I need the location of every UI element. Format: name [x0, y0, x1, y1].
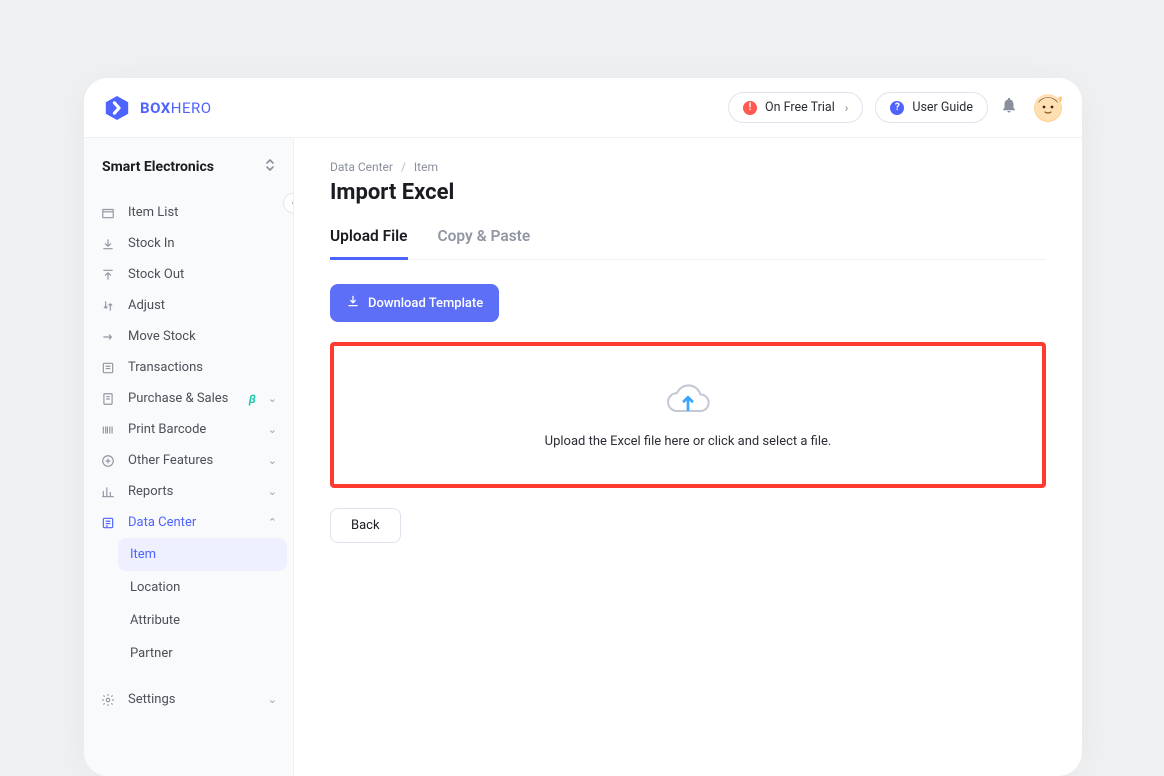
arrow-right-icon: [100, 330, 116, 344]
trial-label: On Free Trial: [765, 100, 835, 115]
sidebar-settings[interactable]: Settings ⌄: [90, 684, 287, 715]
beta-badge: β: [249, 392, 256, 406]
chevron-down-icon: ⌄: [268, 485, 277, 498]
download-template-label: Download Template: [368, 296, 483, 311]
breadcrumb-current: Item: [414, 160, 438, 174]
main-content: Data Center / Item Import Excel Upload F…: [294, 138, 1082, 776]
sub-item-item[interactable]: Item: [118, 538, 287, 571]
sub-item-attribute[interactable]: Attribute: [118, 604, 287, 637]
guide-label: User Guide: [912, 100, 973, 115]
back-button[interactable]: Back: [330, 508, 401, 543]
sidebar-transactions[interactable]: Transactions: [90, 352, 287, 383]
sidebar-move-stock[interactable]: Move Stock: [90, 321, 287, 352]
dropzone-text: Upload the Excel file here or click and …: [545, 434, 832, 449]
sidebar-adjust[interactable]: Adjust: [90, 290, 287, 321]
chevron-down-icon: ⌄: [268, 693, 277, 706]
tab-copy-paste[interactable]: Copy & Paste: [438, 219, 531, 260]
chevron-down-icon: ⌄: [268, 454, 277, 467]
box-icon: [100, 206, 116, 220]
tab-upload-file[interactable]: Upload File: [330, 219, 408, 260]
tabs: Upload File Copy & Paste: [330, 219, 1046, 260]
breadcrumb: Data Center / Item: [330, 160, 1046, 174]
plus-circle-icon: [100, 454, 116, 468]
sidebar-stock-in[interactable]: Stock In: [90, 228, 287, 259]
chevron-down-icon: ⌄: [268, 423, 277, 436]
sidebar-other-features[interactable]: Other Features ⌄: [90, 445, 287, 476]
arrow-up-icon: [100, 268, 116, 282]
download-icon: [346, 294, 360, 312]
chart-icon: [100, 485, 116, 499]
download-template-button[interactable]: Download Template: [330, 284, 499, 322]
receipt-icon: [100, 392, 116, 406]
avatar[interactable]: [1034, 94, 1062, 122]
sidebar-data-center[interactable]: Data Center ⌃: [90, 507, 287, 538]
page-title: Import Excel: [330, 180, 1046, 205]
logo[interactable]: BOXHERO: [104, 95, 212, 121]
team-name: Smart Electronics: [102, 159, 214, 175]
logo-text: BOXHERO: [140, 99, 212, 117]
user-guide-pill[interactable]: ? User Guide: [875, 92, 988, 123]
chevron-up-icon: ⌃: [268, 516, 277, 529]
sub-item-location[interactable]: Location: [118, 571, 287, 604]
sub-item-partner[interactable]: Partner: [118, 637, 287, 670]
sidebar-print-barcode[interactable]: Print Barcode ⌄: [90, 414, 287, 445]
data-center-submenu: Item Location Attribute Partner: [90, 538, 287, 670]
sidebar-reports[interactable]: Reports ⌄: [90, 476, 287, 507]
alert-icon: !: [743, 101, 757, 115]
adjust-icon: [100, 299, 116, 313]
barcode-icon: [100, 423, 116, 437]
trial-pill[interactable]: ! On Free Trial ›: [728, 92, 863, 123]
sidebar-item-list[interactable]: Item List: [90, 197, 287, 228]
header: BOXHERO ! On Free Trial › ? User Guide: [84, 78, 1082, 138]
gear-icon: [100, 693, 116, 707]
sidebar-purchase-sales[interactable]: Purchase & Sales β ⌄: [90, 383, 287, 414]
chevron-down-icon: ⌄: [268, 392, 277, 405]
sidebar-stock-out[interactable]: Stock Out: [90, 259, 287, 290]
dropzone-highlight: Upload the Excel file here or click and …: [330, 342, 1046, 488]
list-icon: [100, 361, 116, 375]
chevron-right-icon: ›: [845, 101, 849, 115]
bell-icon[interactable]: [1000, 96, 1018, 119]
breadcrumb-parent[interactable]: Data Center: [330, 160, 393, 174]
app-window: BOXHERO ! On Free Trial › ? User Guide: [84, 78, 1082, 776]
help-icon: ?: [890, 101, 904, 115]
upload-dropzone[interactable]: Upload the Excel file here or click and …: [337, 349, 1039, 481]
cloud-upload-icon: [666, 382, 710, 422]
sidebar: ‹ Smart Electronics Item List Stock In: [84, 138, 294, 776]
arrow-down-icon: [100, 237, 116, 251]
database-icon: [100, 516, 116, 530]
logo-icon: [104, 95, 130, 121]
team-switch-icon[interactable]: [265, 158, 275, 175]
